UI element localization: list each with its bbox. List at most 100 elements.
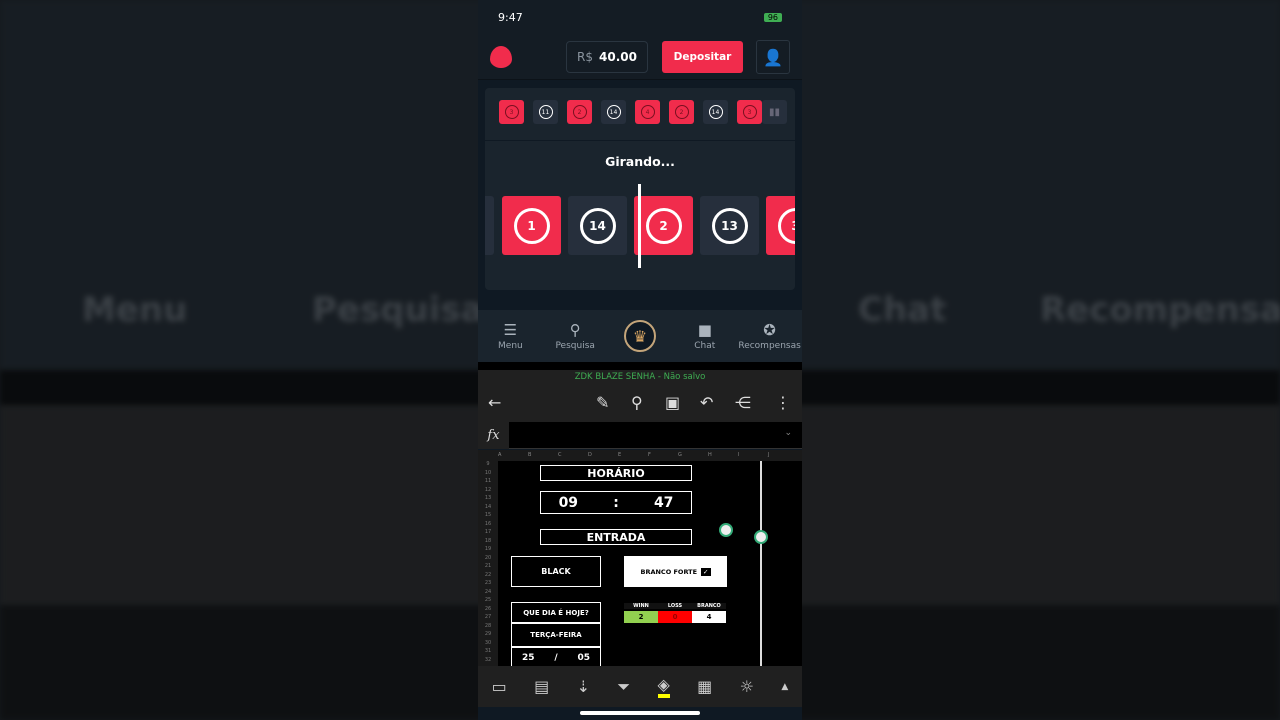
split-divider[interactable] [478, 362, 802, 370]
balance-display[interactable]: R$ 40.00 [566, 41, 648, 73]
row-header[interactable]: 20 [478, 555, 498, 564]
row-header[interactable]: 29 [478, 631, 498, 640]
format-table-icon[interactable]: ▤ [534, 677, 549, 696]
history-chip: 3 [499, 100, 524, 124]
chevron-down-icon[interactable]: ⌄ [784, 428, 792, 438]
save-icon[interactable]: ▣ [665, 393, 680, 412]
sort-icon[interactable]: ⇣ [577, 677, 590, 696]
column-headers: A B C D E F G H I J [478, 450, 802, 461]
column-header[interactable]: A [498, 452, 501, 458]
search-icon[interactable]: ⚲ [631, 393, 643, 412]
row-header[interactable]: 30 [478, 640, 498, 649]
user-profile-button[interactable]: 👤 [756, 40, 790, 74]
formula-bar[interactable]: fx ⌄ [478, 422, 802, 449]
selection-handle-end[interactable] [754, 530, 768, 544]
row-header[interactable]: 10 [478, 470, 498, 479]
roulette-tile: 13 [700, 196, 759, 255]
stats-values: 204 [624, 611, 726, 623]
column-header[interactable]: G [678, 452, 682, 458]
spreadsheet-grid[interactable]: HORÁRIO 09: 47 ENTRADA BLACK BRANCO FORTE… [498, 461, 802, 669]
stats-chart-icon[interactable]: ▮▮ [762, 100, 787, 124]
row-header[interactable]: 27 [478, 614, 498, 623]
bg-menu-text: Menu [82, 290, 188, 330]
view-icon[interactable]: ▭ [492, 677, 507, 696]
selection-handle-start[interactable] [719, 523, 733, 537]
menu-icon: ☰ [503, 321, 518, 339]
star-badge-icon: ✪ [763, 321, 776, 339]
loss-count: 0 [658, 611, 692, 623]
history-chip: 11 [533, 100, 558, 124]
bg-search-text: Pesquisa [312, 290, 484, 330]
row-header[interactable]: 24 [478, 589, 498, 598]
row-header[interactable]: 23 [478, 580, 498, 589]
row-header[interactable]: 25 [478, 597, 498, 606]
home-indicator[interactable] [580, 711, 700, 715]
search-icon: ⚲ [569, 321, 581, 339]
column-header[interactable]: B [528, 452, 531, 458]
row-header[interactable]: 18 [478, 538, 498, 547]
history-chip: 14 [703, 100, 728, 124]
back-arrow-icon[interactable]: ← [488, 393, 501, 412]
undo-icon[interactable]: ↶ [700, 393, 713, 412]
roulette-tile [485, 196, 494, 255]
excel-toolbar: ← ✎ ⚲ ▣ ↶ ⋲ ⋮ [478, 385, 802, 422]
row-header[interactable]: 28 [478, 623, 498, 632]
lightbulb-icon[interactable]: ☼ [740, 677, 754, 696]
row-header[interactable]: 12 [478, 487, 498, 496]
column-header[interactable]: J [768, 452, 769, 458]
header-loss: LOSS [667, 603, 683, 609]
column-header[interactable]: I [738, 452, 739, 458]
column-header[interactable]: E [618, 452, 621, 458]
nav-chat[interactable]: ■ Chat [675, 321, 735, 351]
deposit-button[interactable]: Depositar [662, 41, 743, 73]
row-header[interactable]: 32 [478, 657, 498, 666]
fill-color-icon[interactable]: ◈ [657, 675, 670, 698]
column-header[interactable]: D [588, 452, 592, 458]
day: 25 [521, 653, 535, 663]
bg-chat-text: Chat [858, 290, 947, 330]
header-branco: BRANCO [697, 603, 721, 609]
slash: / [554, 653, 558, 663]
blaze-logo-icon[interactable] [490, 46, 512, 68]
history-number: 2 [674, 105, 689, 119]
row-header[interactable]: 17 [478, 529, 498, 538]
checkbox-icon[interactable]: ✓ [701, 567, 711, 576]
row-header[interactable]: 14 [478, 504, 498, 513]
double-game-panel: 3 11 2 14 4 2 14 3 ▮▮ Girando... 1 14 2 13 3 [485, 88, 795, 290]
more-options-icon[interactable]: ⋮ [775, 393, 791, 412]
roulette-pointer [638, 184, 641, 268]
row-header[interactable]: 13 [478, 495, 498, 504]
row-header[interactable]: 16 [478, 521, 498, 530]
column-header[interactable]: C [558, 452, 562, 458]
row-header[interactable]: 15 [478, 512, 498, 521]
expand-up-icon[interactable]: ▲ [781, 682, 788, 692]
nav-search[interactable]: ⚲ Pesquisa [545, 321, 605, 351]
column-header[interactable]: H [708, 452, 712, 458]
history-chip: 2 [669, 100, 694, 124]
crown-icon: ♛ [623, 320, 656, 352]
spin-status: Girando... [605, 154, 675, 169]
battery-indicator: 96 [763, 13, 782, 22]
colon: : [613, 494, 619, 511]
row-header[interactable]: 26 [478, 606, 498, 615]
filter-icon[interactable]: ⏷ [617, 677, 630, 697]
history-list: 3 11 2 14 4 2 14 3 [499, 100, 762, 124]
table-image-icon[interactable]: ▦ [697, 677, 712, 696]
entrada-label: ENTRADA [540, 529, 692, 545]
share-icon[interactable]: ⋲ [735, 393, 751, 412]
bg-rewards-text: Recompensas [1040, 290, 1280, 330]
nav-label: Recompensas [738, 341, 801, 351]
row-header[interactable]: 19 [478, 546, 498, 555]
row-header[interactable]: 22 [478, 572, 498, 581]
currency: R$ [577, 50, 593, 64]
nav-menu[interactable]: ☰ Menu [480, 321, 540, 351]
history-number: 3 [742, 105, 757, 119]
nav-rewards[interactable]: ✪ Recompensas [738, 321, 801, 351]
column-header[interactable]: F [648, 452, 651, 458]
row-header[interactable]: 21 [478, 563, 498, 572]
nav-crown[interactable]: ♛ [610, 320, 670, 352]
row-header[interactable]: 11 [478, 478, 498, 487]
row-header[interactable]: 31 [478, 648, 498, 657]
draw-pen-icon[interactable]: ✎ [596, 393, 609, 412]
row-header[interactable]: 9 [478, 461, 498, 470]
